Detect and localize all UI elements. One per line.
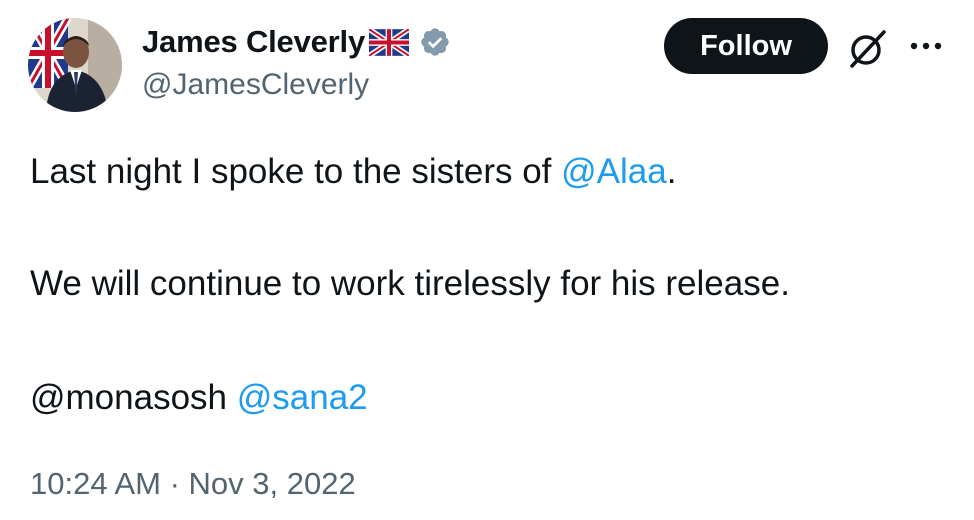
mention-separator: [227, 378, 237, 417]
tweet-timestamp[interactable]: 10:24 AM · Nov 3, 2022: [30, 466, 356, 502]
tweet-text-segment: Last night I spoke to the sisters of: [30, 152, 562, 191]
author-name-row: James Cleverly: [142, 20, 451, 64]
verified-badge-icon[interactable]: [419, 26, 451, 58]
tweet-text-line-3: @monasosh @sana2: [30, 378, 368, 418]
mention-link-alaa[interactable]: @Alaa: [561, 152, 667, 191]
grok-icon[interactable]: [846, 26, 890, 70]
mention-link-sana2[interactable]: @sana2: [237, 378, 368, 417]
tweet-text-line-2: We will continue to work tirelessly for …: [30, 264, 790, 303]
avatar[interactable]: [28, 18, 122, 112]
tweet-card: James Cleverly @JamesCleverly Follow Las…: [0, 0, 974, 520]
avatar-image: [28, 18, 122, 112]
author-display-name[interactable]: James Cleverly: [142, 24, 365, 60]
gb-flag-icon: [367, 26, 411, 58]
tweet-text-line-1: Last night I spoke to the sisters of @Al…: [30, 152, 676, 192]
author-handle[interactable]: @JamesCleverly: [142, 68, 369, 102]
follow-button[interactable]: Follow: [664, 18, 828, 74]
tweet-text-segment: .: [666, 152, 677, 191]
mention-monasosh: @monasosh: [30, 378, 228, 417]
more-options-icon[interactable]: [906, 34, 946, 58]
